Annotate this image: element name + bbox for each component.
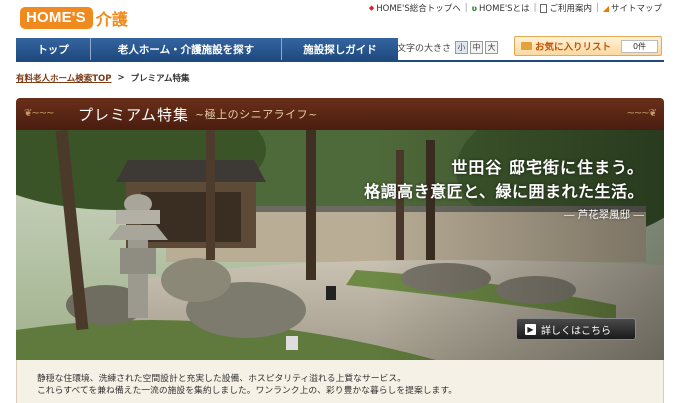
homes-top-link[interactable]: ◆ HOME'S総合トップへ — [369, 2, 461, 14]
font-size-label: 文字の大きさ — [397, 44, 452, 54]
favorites-label: お気に入りリスト — [535, 42, 612, 53]
sitemap-link[interactable]: ◢ サイトマップ — [602, 2, 662, 15]
ornament-right-icon: ~~~❦ — [626, 108, 656, 119]
sitemap-icon: ◢ — [602, 3, 609, 13]
arrow-right-icon: ▶ — [525, 323, 536, 335]
favorites-count: 0件 — [621, 39, 659, 53]
diamond-icon: ◆ — [368, 4, 375, 12]
breadcrumb: 有料老人ホーム検索TOP > プレミアム特集 — [16, 72, 190, 84]
font-size-switcher: 文字の大きさ 小 中 大 — [397, 41, 499, 54]
breadcrumb-separator: > — [117, 73, 125, 83]
headline-line-2: 格調高き意匠と、緑に囲まれた生活。 — [364, 182, 644, 201]
breadcrumb-current: プレミアム特集 — [130, 74, 190, 84]
nav-search-facilities[interactable]: 老人ホーム・介護施設を探す — [91, 38, 282, 60]
feature-photo[interactable]: 世田谷 邸宅街に住まう。 格調高き意匠と、緑に囲まれた生活。 ― 芦花翠風邸 ―… — [16, 130, 664, 360]
folder-icon — [521, 42, 532, 50]
about-homes-link[interactable]: ʋ HOME'Sとは — [471, 2, 530, 15]
description-line-1: 静穏な住環境、洗練された空間設計と充実した設備、ホスピタリティ溢れる上質なサービ… — [37, 374, 406, 384]
global-nav: トップ 老人ホーム・介護施設を探す 施設探しガイド — [16, 38, 398, 60]
document-icon — [540, 3, 548, 13]
top-links: ◆ HOME'S総合トップへ | ʋ HOME'Sとは | ご利用案内 | ◢ サイト… — [368, 2, 662, 15]
logo-kaigo-text: 介護 — [95, 10, 128, 29]
logo-home-text: HOME'S — [20, 7, 93, 29]
nav-underline — [16, 60, 664, 62]
premium-description: 静穏な住環境、洗練された空間設計と充実した設備、ホスピタリティ溢れる上質なサービ… — [16, 360, 664, 403]
premium-banner-header: ❦~~~ プレミアム特集 ~極上のシニアライフ~ ~~~❦ — [16, 98, 664, 130]
premium-title: プレミアム特集 — [78, 105, 189, 124]
details-button[interactable]: ▶ 詳しくはこちら — [516, 318, 636, 340]
description-line-2: これらすべてを兼ね備えた一流の施設を集約しました。ワンランク上の、彩り豊かな暮ら… — [37, 386, 458, 396]
details-button-label: 詳しくはこちら — [541, 325, 611, 337]
guide-link[interactable]: ご利用案内 — [540, 2, 592, 14]
font-size-large-button[interactable]: 大 — [485, 41, 499, 54]
ornament-left-icon: ❦~~~ — [24, 108, 54, 119]
leaf-icon: ʋ — [471, 3, 478, 13]
homes-kaigo-logo[interactable]: HOME'S 介護 — [20, 7, 128, 29]
nav-facility-guide[interactable]: 施設探しガイド — [282, 38, 398, 60]
nav-top[interactable]: トップ — [16, 38, 91, 60]
font-size-medium-button[interactable]: 中 — [470, 41, 484, 54]
premium-subtitle: ~極上のシニアライフ~ — [194, 108, 318, 121]
facility-name: ― 芦花翠風邸 ― — [563, 209, 644, 221]
headline-line-1: 世田谷 邸宅街に住まう。 — [451, 158, 644, 177]
breadcrumb-search-top-link[interactable]: 有料老人ホーム検索TOP — [16, 72, 112, 84]
font-size-small-button[interactable]: 小 — [455, 41, 469, 54]
favorites-list-button[interactable]: お気に入りリスト 0件 — [514, 36, 662, 56]
